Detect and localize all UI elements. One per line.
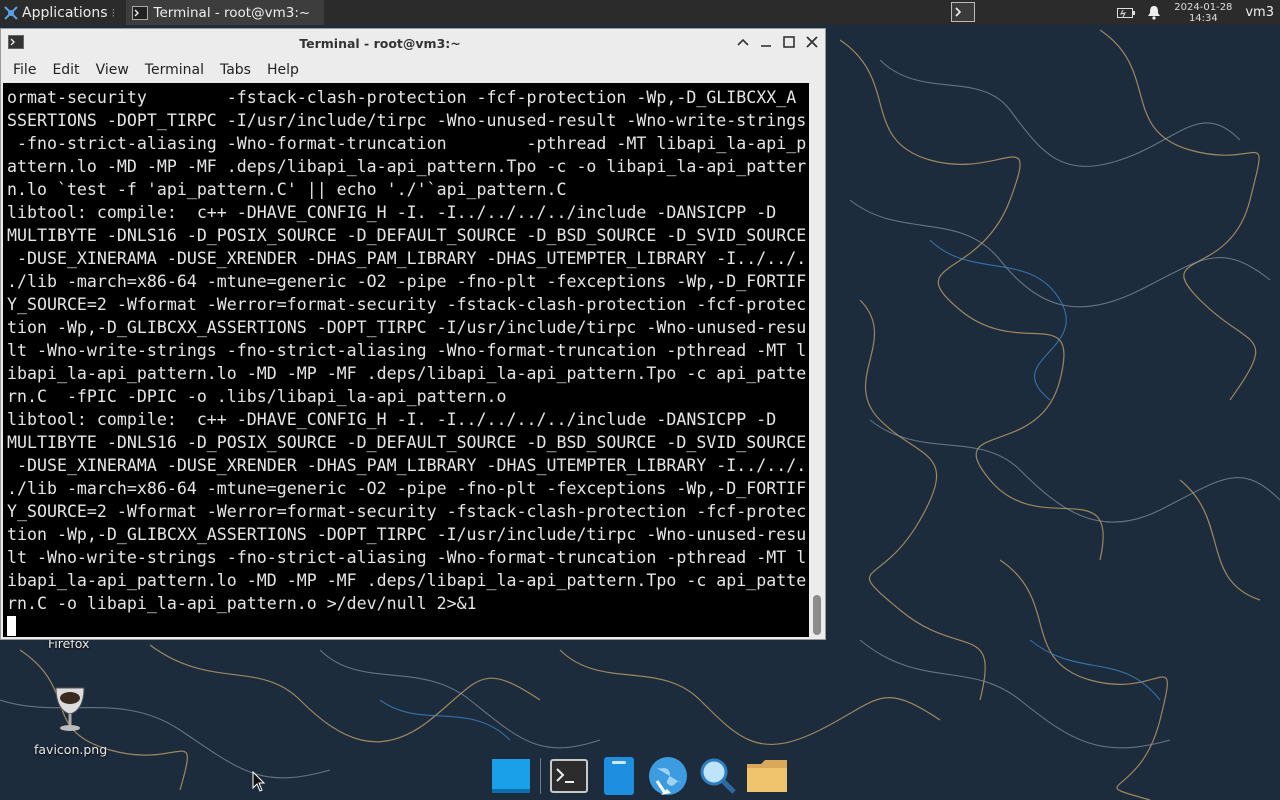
taskbar-item-label: Terminal - root@vm3:~ [153,4,311,21]
terminal-window: Terminal - root@vm3:~ File Edit View Ter… [0,28,826,640]
terminal-line: ibapi_la-api_pattern.lo -MD -MP -MF .dep… [7,571,807,590]
terminal-line: ./lib -march=x86-64 -mtune=generic -O2 -… [7,272,807,291]
terminal-line: rn.C -o libapi_la-api_pattern.o >/dev/nu… [7,594,477,613]
clock[interactable]: 2024-01-28 14:34 [1173,2,1233,24]
window-titlebar[interactable]: Terminal - root@vm3:~ [1,29,825,57]
scrollbar-thumb[interactable] [813,595,821,635]
chevron-up-icon [737,38,749,46]
dock-show-desktop[interactable] [490,755,532,797]
shade-button[interactable] [735,34,751,50]
terminal-line: -DUSE_XINERAMA -DUSE_XRENDER -DHAS_PAM_L… [7,249,807,268]
dock [486,752,792,800]
folder-icon [747,760,787,792]
text-cursor [7,616,16,636]
dock-file-manager[interactable] [746,755,788,797]
terminal-icon [951,2,975,22]
top-panel: Applications ⁝ Terminal - root@vm3:~ 202… [0,0,1280,25]
dock-mail[interactable] [598,755,640,797]
taskbar-item-terminal[interactable]: Terminal - root@vm3:~ [125,0,324,25]
terminal-line: libtool: compile: c++ -DHAVE_CONFIG_H -I… [7,410,777,429]
terminal-line: MULTIBYTE -DNLS16 -D_POSIX_SOURCE -D_DEF… [7,226,807,245]
dock-web-browser[interactable] [647,755,689,797]
terminal-line: SSERTIONS -DOPT_TIRPC -I/usr/include/tir… [7,111,807,130]
menu-view[interactable]: View [88,62,137,78]
terminal-text: ormat-security -fstack-clash-protection … [3,83,809,637]
terminal-line: ormat-security -fstack-clash-protection … [7,88,797,107]
menu-tabs[interactable]: Tabs [212,62,259,78]
mouse-pointer-icon [252,771,266,792]
globe-icon [649,757,687,795]
terminal-line: -DUSE_XINERAMA -DUSE_XRENDER -DHAS_PAM_L… [7,456,807,475]
battery-icon[interactable] [1117,7,1136,19]
terminal-line: ibapi_la-api_pattern.lo -MD -MP -MF .dep… [7,364,807,383]
xfce-logo-icon [4,5,18,20]
desktop-icon-favicon-label[interactable]: favicon.png [34,742,107,757]
image-file-icon[interactable] [50,684,90,736]
close-icon [806,36,818,48]
close-button[interactable] [804,34,820,50]
terminal-line: n.lo `test -f 'api_pattern.C' || echo '.… [7,180,567,199]
terminal-line: tion -Wp,-D_GLIBCXX_ASSERTIONS -DOPT_TIR… [7,525,807,544]
terminal-icon [550,759,588,793]
applications-label: Applications [22,4,108,21]
menu-bar: File Edit View Terminal Tabs Help [1,57,825,83]
dock-terminal[interactable] [548,755,590,797]
terminal-line: Y_SOURCE=2 -Wformat -Werror=format-secur… [7,295,807,314]
terminal-line: ./lib -march=x86-64 -mtune=generic -O2 -… [7,479,807,498]
terminal-line: Y_SOURCE=2 -Wformat -Werror=format-secur… [7,502,807,521]
user-menu[interactable]: vm3 [1245,5,1274,20]
dock-separator [539,758,541,794]
menu-terminal[interactable]: Terminal [137,62,212,78]
terminal-prompt-line [7,615,809,637]
clock-time: 14:34 [1188,12,1218,24]
applications-menu[interactable]: Applications ⁝ [0,0,124,25]
maximize-icon [783,36,795,48]
menu-file[interactable]: File [5,62,44,78]
magnifier-icon [700,758,736,794]
terminal-line: rn.C -fPIC -DPIC -o .libs/libapi_la-api_… [7,387,507,406]
minimize-icon [761,45,771,47]
terminal-line: tion -Wp,-D_GLIBCXX_ASSERTIONS -DOPT_TIR… [7,318,807,337]
notification-bell-icon[interactable] [1147,5,1161,20]
terminal-icon [131,5,148,20]
dock-app-finder[interactable] [697,755,739,797]
terminal-line: MULTIBYTE -DNLS16 -D_POSIX_SOURCE -D_DEF… [7,433,807,452]
menu-edit[interactable]: Edit [44,62,87,78]
panel-separator: ⁝ [111,5,116,20]
window-title: Terminal - root@vm3:~ [299,35,461,51]
desktop-icon [492,759,530,793]
terminal-line: libtool: compile: c++ -DHAVE_CONFIG_H -I… [7,203,777,222]
terminal-output[interactable]: ormat-security -fstack-clash-protection … [3,83,809,637]
scrollbar[interactable] [811,83,823,637]
terminal-line: lt -Wno-write-strings -fno-strict-aliasi… [7,341,807,360]
minimize-button[interactable] [758,34,774,50]
terminal-line: attern.lo -MD -MP -MF .deps/libapi_la-ap… [7,157,807,176]
menu-help[interactable]: Help [259,62,307,78]
clock-date: 2024-01-28 [1174,1,1233,13]
panel-terminal-launcher[interactable] [950,1,976,23]
maximize-button[interactable] [781,34,797,50]
terminal-line: -fno-strict-aliasing -Wno-format-truncat… [7,134,807,153]
terminal-line: lt -Wno-write-strings -fno-strict-aliasi… [7,548,807,567]
mail-icon [603,757,634,795]
